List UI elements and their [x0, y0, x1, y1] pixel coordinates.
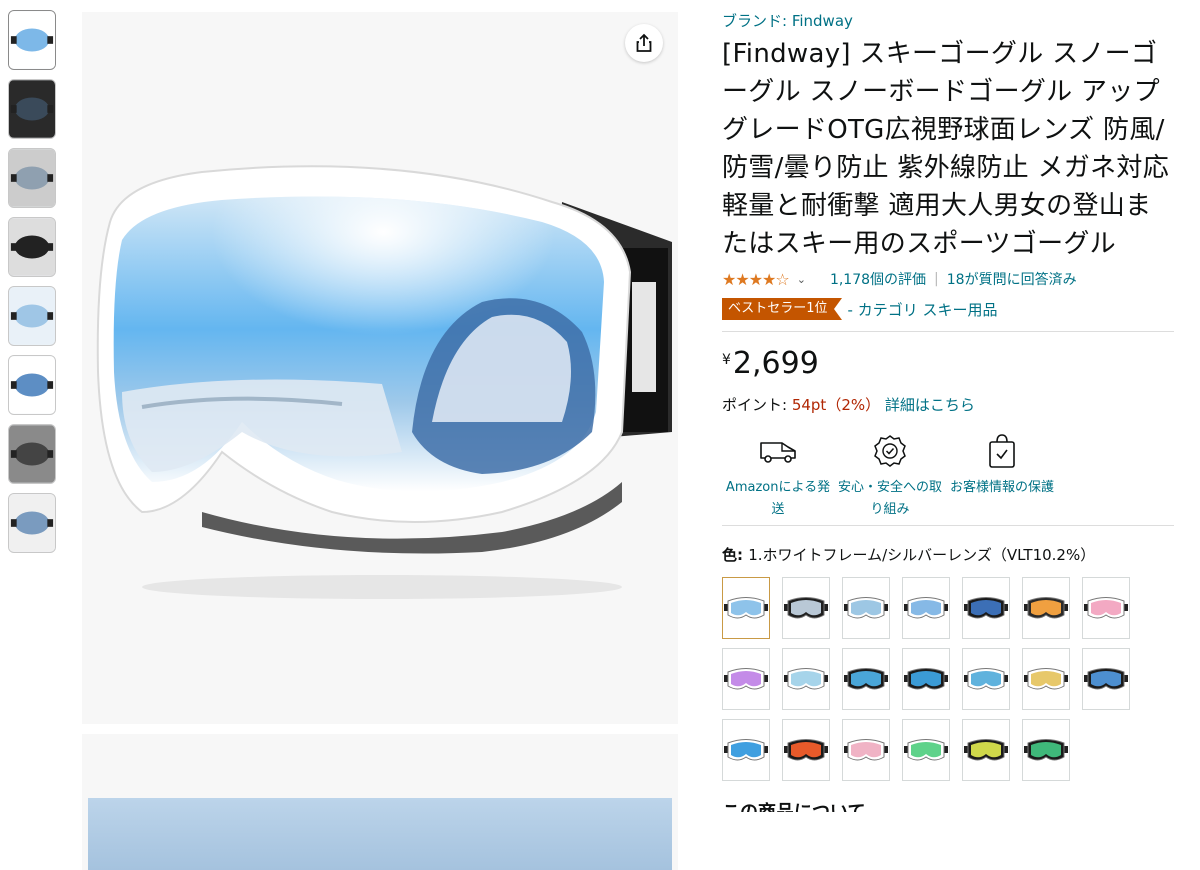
color-swatch-14[interactable]	[1082, 648, 1130, 710]
bestseller-category-link[interactable]: - カテゴリ スキー用品	[848, 299, 998, 320]
delivery-van-icon	[760, 442, 796, 463]
price: ¥ 2,699	[722, 346, 1174, 390]
thumb-lens-diagram	[9, 287, 55, 345]
color-swatch-1[interactable]	[722, 577, 770, 639]
thumb-skier-portrait	[9, 149, 55, 207]
goggle-icon	[844, 668, 888, 690]
star-rating[interactable]: ★★★★☆	[722, 270, 790, 289]
safety-badge-icon	[874, 435, 906, 467]
secondary-product-image[interactable]	[82, 734, 678, 870]
goggle-icon	[904, 739, 948, 761]
divider	[722, 525, 1174, 526]
color-swatch-20[interactable]	[1022, 719, 1070, 781]
goggle-icon	[1024, 739, 1068, 761]
feature-label: お客様情報の保護	[949, 480, 1054, 495]
thumbnail-7[interactable]	[8, 424, 56, 484]
thumbnail-2[interactable]	[8, 79, 56, 139]
thumb-colors	[9, 494, 55, 552]
feature-amazon-shipping[interactable]: Amazonによる発送	[722, 429, 834, 521]
thumbnail-strip	[8, 10, 58, 562]
color-swatch-11[interactable]	[902, 648, 950, 710]
color-swatch-18[interactable]	[902, 719, 950, 781]
thumb-skier	[9, 80, 55, 138]
chevron-down-icon[interactable]: ⌄	[797, 273, 806, 286]
feature-safety[interactable]: 安心・安全への取り組み	[834, 429, 946, 521]
goggle-icon	[1084, 668, 1128, 690]
about-heading: この商品について	[722, 798, 1174, 812]
color-swatch-13[interactable]	[1022, 648, 1070, 710]
feature-label: 安心・安全への取り組み	[837, 480, 942, 517]
thumb-otg	[9, 356, 55, 414]
product-title: [Findway] スキーゴーグル スノーゴーグル スノーボードゴーグル アップ…	[722, 39, 1169, 259]
goggle-icon	[964, 668, 1008, 690]
brand-link[interactable]: ブランド: Findway	[722, 10, 1174, 31]
goggle-icon	[904, 668, 948, 690]
color-swatch-12[interactable]	[962, 648, 1010, 710]
color-swatch-17[interactable]	[842, 719, 890, 781]
color-swatch-9[interactable]	[782, 648, 830, 710]
currency-symbol: ¥	[722, 352, 731, 368]
share-icon	[636, 33, 652, 52]
feature-label: Amazonによる発送	[725, 480, 831, 517]
divider	[722, 331, 1174, 332]
thumbnail-4[interactable]	[8, 217, 56, 277]
share-button[interactable]	[625, 24, 663, 62]
goggle-icon	[844, 739, 888, 761]
feature-icons: Amazonによる発送 安心・安全への取り組み お客様情報の保護	[722, 429, 1174, 521]
goggle-icon	[964, 597, 1008, 619]
color-swatches	[722, 577, 1152, 790]
color-swatch-19[interactable]	[962, 719, 1010, 781]
price-amount: 2,699	[732, 346, 819, 381]
goggle-icon	[784, 597, 828, 619]
goggle-icon	[844, 597, 888, 619]
goggle-icon	[724, 597, 768, 619]
product-info: ブランド: Findway [Findway] スキーゴーグル スノーゴーグル …	[722, 10, 1174, 812]
main-product-image[interactable]	[82, 12, 678, 724]
color-swatch-16[interactable]	[782, 719, 830, 781]
goggle-icon	[724, 739, 768, 761]
goggle-image	[96, 165, 672, 599]
color-swatch-6[interactable]	[1022, 577, 1070, 639]
goggle-icon	[964, 739, 1008, 761]
points-row: ポイント: 54pt（2%） 詳細はこちら	[722, 394, 1174, 415]
goggle-icon	[1084, 597, 1128, 619]
goggle-icon	[1024, 597, 1068, 619]
goggle-icon	[724, 668, 768, 690]
thumbnail-3[interactable]	[8, 148, 56, 208]
color-swatch-4[interactable]	[902, 577, 950, 639]
thumbnail-5[interactable]	[8, 286, 56, 346]
points-label: ポイント:	[722, 396, 792, 414]
secure-bag-icon	[989, 434, 1015, 468]
color-swatch-5[interactable]	[962, 577, 1010, 639]
thumbnail-1[interactable]	[8, 10, 56, 70]
thumb-video	[9, 425, 55, 483]
points-details-link[interactable]: 詳細はこちら	[885, 396, 975, 414]
goggle-icon	[1024, 668, 1068, 690]
color-swatch-3[interactable]	[842, 577, 890, 639]
secondary-image-sky	[88, 798, 672, 870]
color-swatch-7[interactable]	[1082, 577, 1130, 639]
ratings-count-link[interactable]: 1,178個の評価	[830, 269, 926, 289]
thumb-strap	[9, 218, 55, 276]
color-value: 1.ホワイトフレーム/シルバーレンズ（VLT10.2%）	[748, 546, 1096, 564]
color-swatch-15[interactable]	[722, 719, 770, 781]
goggle-icon	[904, 597, 948, 619]
thumb-goggle-white	[9, 11, 55, 69]
points-value: 54pt（2%）	[791, 396, 881, 414]
color-swatch-10[interactable]	[842, 648, 890, 710]
color-swatch-8[interactable]	[722, 648, 770, 710]
goggle-icon	[784, 668, 828, 690]
rating-row: ★★★★☆ ⌄ 1,178個の評価 | 18が質問に回答済み	[722, 267, 1174, 291]
feature-privacy[interactable]: お客様情報の保護	[946, 429, 1058, 521]
answered-questions-link[interactable]: 18が質問に回答済み	[947, 269, 1077, 289]
thumbnail-6[interactable]	[8, 355, 56, 415]
color-swatch-2[interactable]	[782, 577, 830, 639]
selected-color: 色: 1.ホワイトフレーム/シルバーレンズ（VLT10.2%）	[722, 544, 1174, 565]
divider: |	[934, 271, 939, 287]
goggle-icon	[784, 739, 828, 761]
thumbnail-8[interactable]	[8, 493, 56, 553]
bestseller-badge[interactable]: ベストセラー1位	[722, 298, 842, 320]
bestseller-row: ベストセラー1位 - カテゴリ スキー用品	[722, 297, 1174, 321]
color-label: 色:	[722, 546, 749, 564]
